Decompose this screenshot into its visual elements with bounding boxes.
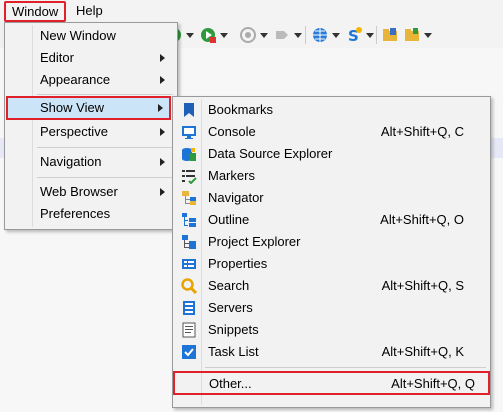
menu-item-console[interactable]: Console Alt+Shift+Q, C <box>175 121 488 143</box>
task-list-icon <box>182 345 196 359</box>
servers-icon <box>183 301 195 315</box>
submenu-arrow-icon <box>160 54 165 62</box>
menu-item-shortcut: Alt+Shift+Q, C <box>380 124 464 139</box>
chevron-down-icon[interactable] <box>332 33 340 38</box>
menu-item-shortcut: Alt+Shift+Q, S <box>381 278 464 293</box>
snippets-icon <box>182 322 196 338</box>
show-view-submenu: Bookmarks Console Alt+Shift+Q, C Data So… <box>172 96 491 408</box>
menu-item-data-source-explorer[interactable]: Data Source Explorer <box>175 143 488 165</box>
menu-item-label: Preferences <box>40 206 111 221</box>
database-icon <box>182 148 196 161</box>
markers-icon <box>182 170 197 184</box>
toolbar-separator <box>305 26 306 44</box>
menu-item-label: Search <box>208 278 250 293</box>
menu-item-label: Task List <box>208 344 259 359</box>
submenu-arrow-icon <box>160 128 165 136</box>
new-server-icon[interactable]: S <box>346 27 362 43</box>
menu-item-perspective[interactable]: Perspective <box>7 121 175 143</box>
menu-help[interactable]: Help <box>70 2 109 20</box>
menu-item-label: Navigator <box>208 190 264 205</box>
menu-bar: Window Help <box>0 0 503 22</box>
folder-icon[interactable] <box>404 27 420 43</box>
stop-icon[interactable] <box>240 27 256 43</box>
chevron-down-icon[interactable] <box>260 33 268 38</box>
menu-item-show-view[interactable]: Show View <box>6 96 171 120</box>
menu-item-label: Web Browser <box>40 184 118 199</box>
menu-item-label: Editor <box>40 50 74 65</box>
menu-item-label: Other... <box>209 376 252 391</box>
web-browser-icon[interactable] <box>312 27 328 43</box>
menu-item-navigator[interactable]: Navigator <box>175 187 488 209</box>
project-explorer-icon <box>182 235 196 249</box>
menu-item-label: Show View <box>40 100 105 115</box>
menu-item-label: Markers <box>208 168 255 183</box>
outline-icon <box>182 213 196 227</box>
menu-item-web-browser[interactable]: Web Browser <box>7 181 175 203</box>
menu-item-label: Appearance <box>40 72 111 87</box>
main-toolbar: S <box>160 22 503 48</box>
menu-item-label: Project Explorer <box>208 234 301 249</box>
external-tools-icon[interactable] <box>274 27 290 43</box>
menu-item-label: Servers <box>208 300 253 315</box>
menu-separator <box>37 147 173 148</box>
window-menu: New Window Editor Appearance Show View P… <box>4 22 178 230</box>
menu-item-markers[interactable]: Markers <box>175 165 488 187</box>
chevron-down-icon[interactable] <box>424 33 432 38</box>
menu-item-label: Data Source Explorer <box>208 146 333 161</box>
properties-icon <box>182 259 196 269</box>
menu-item-shortcut: Alt+Shift+Q, O <box>380 212 464 227</box>
menu-item-shortcut: Alt+Shift+Q, K <box>381 344 464 359</box>
menu-separator <box>37 177 173 178</box>
open-folder-icon[interactable] <box>382 27 398 43</box>
menu-separator <box>37 94 173 95</box>
menu-item-servers[interactable]: Servers <box>175 297 488 319</box>
menu-item-project-explorer[interactable]: Project Explorer <box>175 231 488 253</box>
submenu-arrow-icon <box>158 104 163 112</box>
menu-item-navigation[interactable]: Navigation <box>7 151 175 173</box>
menu-item-editor[interactable]: Editor <box>7 47 175 69</box>
menu-item-label: Perspective <box>40 124 108 139</box>
menu-item-label: Outline <box>208 212 250 227</box>
chevron-down-icon[interactable] <box>366 33 374 38</box>
console-icon <box>182 126 196 139</box>
submenu-arrow-icon <box>160 76 165 84</box>
toolbar-separator <box>376 26 377 44</box>
menu-item-search[interactable]: Search Alt+Shift+Q, S <box>175 275 488 297</box>
navigator-icon <box>182 191 196 205</box>
chevron-down-icon[interactable] <box>220 33 228 38</box>
menu-item-properties[interactable]: Properties <box>175 253 488 275</box>
menu-window[interactable]: Window <box>4 1 67 22</box>
menu-item-label: Snippets <box>208 322 259 337</box>
menu-item-label: Properties <box>208 256 268 271</box>
menu-item-task-list[interactable]: Task List Alt+Shift+Q, K <box>175 341 488 363</box>
menu-item-preferences[interactable]: Preferences <box>7 203 175 225</box>
menu-item-other[interactable]: Other... Alt+Shift+Q, Q <box>173 371 490 395</box>
menu-item-outline[interactable]: Outline Alt+Shift+Q, O <box>175 209 488 231</box>
bookmark-icon <box>184 103 194 117</box>
menu-item-label: Console <box>208 124 256 139</box>
submenu-arrow-icon <box>160 158 165 166</box>
menu-item-label: New Window <box>40 28 116 43</box>
menu-item-snippets[interactable]: Snippets <box>175 319 488 341</box>
chevron-down-icon[interactable] <box>186 33 194 38</box>
menu-item-appearance[interactable]: Appearance <box>7 69 175 91</box>
chevron-down-icon[interactable] <box>294 33 302 38</box>
menu-separator <box>205 367 486 368</box>
menu-item-label: Navigation <box>40 154 102 169</box>
menu-item-label: Bookmarks <box>208 102 274 117</box>
run-icon[interactable] <box>200 27 216 43</box>
search-icon <box>181 278 197 294</box>
menu-item-bookmarks[interactable]: Bookmarks <box>175 99 488 121</box>
menu-item-new-window[interactable]: New Window <box>7 25 175 47</box>
submenu-arrow-icon <box>160 188 165 196</box>
menu-item-shortcut: Alt+Shift+Q, Q <box>391 376 475 391</box>
